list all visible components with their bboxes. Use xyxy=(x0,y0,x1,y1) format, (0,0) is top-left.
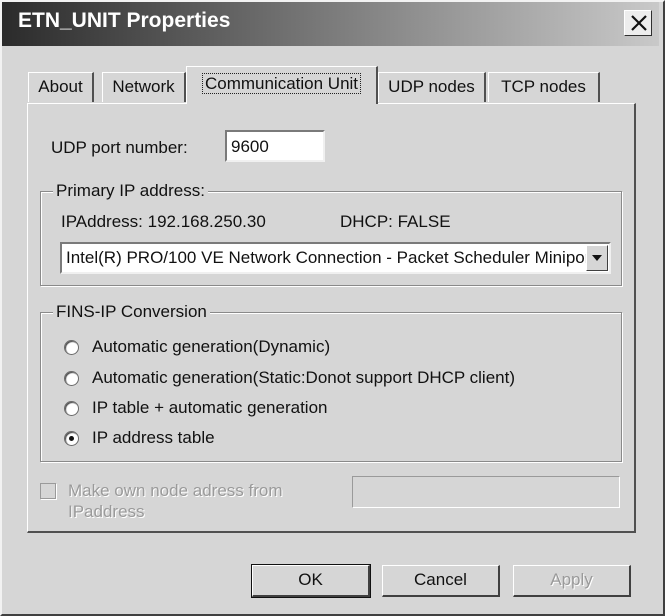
dropdown-arrow-icon xyxy=(592,255,602,261)
udp-port-input[interactable]: 9600 xyxy=(225,130,325,162)
dhcp-status-text: DHCP: FALSE xyxy=(340,212,451,231)
tab-communication-unit-label: Communication Unit xyxy=(201,73,362,94)
tab-udp-nodes-label: UDP nodes xyxy=(388,77,475,96)
apply-button-label: Apply xyxy=(550,570,593,589)
fins-option-dynamic-label: Automatic generation(Dynamic) xyxy=(92,337,331,356)
adapter-select[interactable]: Intel(R) PRO/100 VE Network Connection -… xyxy=(60,242,611,274)
tab-udp-nodes[interactable]: UDP nodes xyxy=(378,72,486,102)
close-icon xyxy=(631,15,647,31)
fins-option-static-label: Automatic generation(Static:Donot suppor… xyxy=(92,368,515,387)
tab-about[interactable]: About xyxy=(28,72,94,102)
apply-button[interactable]: Apply xyxy=(513,565,631,597)
fins-ip-legend: FINS-IP Conversion xyxy=(53,302,210,322)
ip-address-text: IPAddress: 192.168.250.30 xyxy=(61,212,266,231)
close-button[interactable] xyxy=(624,10,652,36)
cancel-button-label: Cancel xyxy=(414,570,467,589)
udp-port-label: UDP port number: xyxy=(51,138,188,157)
tab-communication-unit[interactable]: Communication Unit xyxy=(186,66,378,104)
tab-network[interactable]: Network xyxy=(102,72,186,102)
tab-tcp-nodes-label: TCP nodes xyxy=(501,77,586,96)
fins-option-iptable-auto-label: IP table + automatic generation xyxy=(92,398,328,417)
ok-button[interactable]: OK xyxy=(251,564,371,598)
own-node-label-line2: IPaddress xyxy=(68,502,145,521)
own-node-checkbox[interactable] xyxy=(40,483,56,499)
own-node-label: Make own node adress from IPaddress xyxy=(68,480,283,522)
own-node-label-line1: Make own node adress from xyxy=(68,481,283,500)
fins-option-ip-address-table-label: IP address table xyxy=(92,428,215,447)
tab-tcp-nodes[interactable]: TCP nodes xyxy=(488,72,600,102)
cancel-button[interactable]: Cancel xyxy=(382,565,500,597)
adapter-dropdown-button[interactable] xyxy=(586,245,608,271)
radio-static[interactable] xyxy=(64,371,79,386)
udp-port-value: 9600 xyxy=(231,137,269,156)
radio-iptable-auto[interactable] xyxy=(64,401,79,416)
tab-about-label: About xyxy=(38,77,83,96)
radio-dynamic[interactable] xyxy=(64,340,79,355)
ok-button-label: OK xyxy=(298,570,323,589)
tab-network-label: Network xyxy=(112,77,175,96)
radio-ip-address-table[interactable] xyxy=(64,431,79,446)
own-node-input[interactable] xyxy=(352,476,620,508)
primary-ip-legend: Primary IP address: xyxy=(53,181,208,201)
dialog-title: ETN_UNIT Properties xyxy=(18,9,231,32)
adapter-selected-value: Intel(R) PRO/100 VE Network Connection -… xyxy=(66,248,586,267)
